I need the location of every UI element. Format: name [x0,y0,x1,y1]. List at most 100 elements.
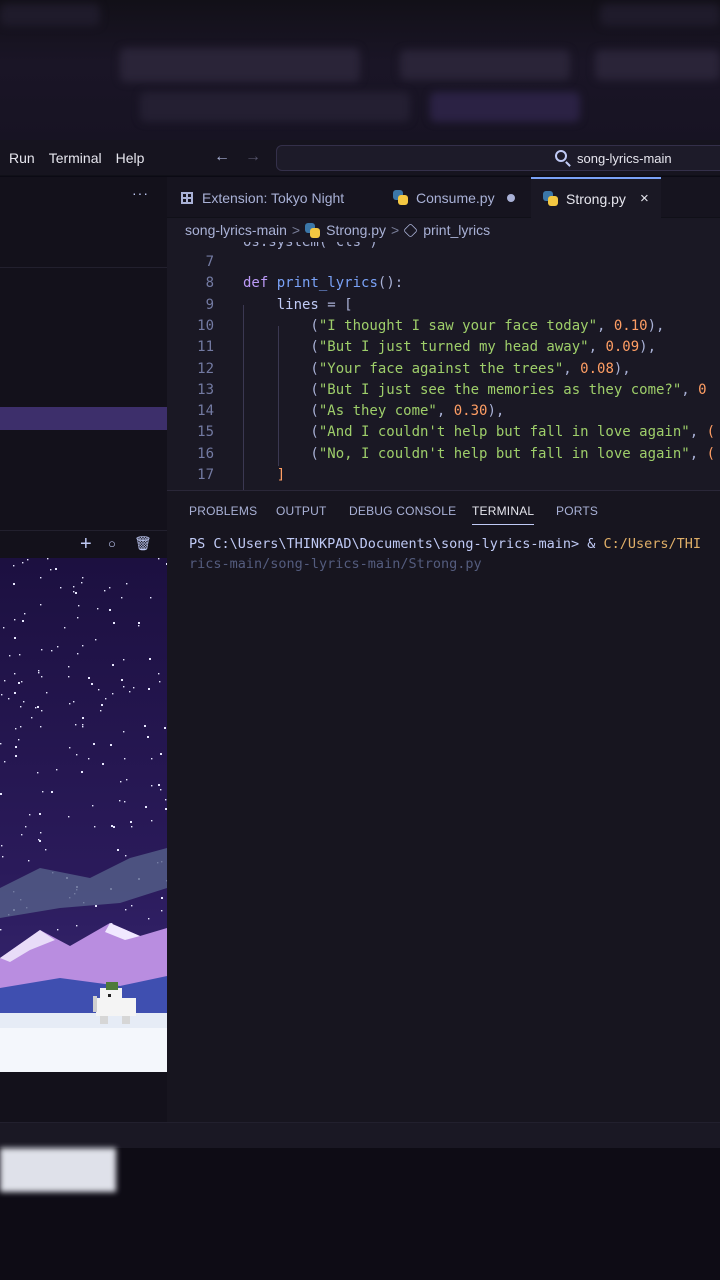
breadcrumb-symbol[interactable]: print_lyrics [423,222,490,238]
snowflake [55,568,57,570]
snowflake [123,686,125,688]
snowflake [100,710,102,712]
arrow-left-icon[interactable]: ← [214,148,230,166]
snowflake [95,905,97,907]
snowflake [75,724,77,726]
snowflake [13,583,15,585]
tab-output[interactable]: OUTPUT [276,504,327,518]
plus-icon[interactable]: + [80,533,92,556]
tab-extension-tokyo-night[interactable]: Extension: Tokyo Night [181,177,344,218]
breadcrumb-folder[interactable]: song-lyrics-main [185,222,287,238]
snowflake [88,677,90,679]
snowflake [150,597,152,599]
snowflake [46,692,48,694]
snowflake [45,849,47,851]
code-line: 9 lines = [ [205,296,353,313]
snowflake [161,910,163,912]
code-line: 8 def print_lyrics(): [205,275,404,292]
function-symbol-icon [403,222,419,238]
code-line: 16 ("No, I couldn't help but fall in lov… [197,445,716,462]
code-editor[interactable]: os.system('cls') 7 8 def print_lyrics(): 9 … [167,242,720,490]
search-icon [555,150,567,162]
tab-consume-py[interactable]: Consume.py [393,177,515,218]
blurred-pill [600,4,720,26]
tab-label: Strong.py [566,190,626,207]
snowflake [124,758,126,760]
breadcrumb: song-lyrics-main > Strong.py > print_lyr… [167,218,720,242]
snowflake [42,791,44,793]
code-line: 17 ] [197,467,286,483]
tab-terminal[interactable]: TERMINAL [472,504,535,525]
arrow-right-icon[interactable]: → [245,148,261,166]
snowflake [39,813,41,815]
trash-icon[interactable]: 🗑 [134,535,152,552]
menu-item-terminal[interactable]: Terminal [49,150,102,166]
snowflake [151,785,153,787]
snowflake [97,608,99,610]
snowflake [28,860,30,862]
snowflake [4,680,6,682]
close-icon[interactable]: × [640,190,649,207]
menu-item-run[interactable]: Run [9,150,35,166]
snowflake [21,681,23,683]
pixel-snow-scene [0,558,167,1072]
snowflake [21,834,23,836]
tab-debug-console[interactable]: DEBUG CONSOLE [349,504,456,518]
snowflake [15,746,17,748]
snowflake [158,784,160,786]
snowflake [109,587,111,589]
snowflake [109,609,111,611]
snowflake [147,736,149,738]
snowflake [76,925,78,927]
snowflake [164,727,166,729]
circle-icon[interactable]: ○ [108,536,116,551]
snowflake [37,772,39,774]
snowflake [68,816,70,818]
menu-item-help[interactable]: Help [116,150,145,166]
snowflake [101,704,103,706]
snowflake [160,753,162,755]
snowflake [121,679,123,681]
snowflake [105,698,107,700]
snowflake [138,625,140,627]
snowflake [125,855,127,857]
snowflake [159,681,161,683]
snowflake [124,801,126,803]
sidebar-selected-row[interactable] [0,407,167,430]
breadcrumb-file[interactable]: Strong.py [326,222,386,238]
snowflake [82,726,84,728]
terminal-line[interactable]: rics-main/song-lyrics-main/Strong.py [189,556,482,572]
snowflake [112,693,114,695]
chevron-right-icon: > [391,222,400,238]
tab-label: Extension: Tokyo Night [202,189,345,206]
command-center-search[interactable]: song-lyrics-main [276,145,720,171]
snowflake [40,577,42,579]
snowflake [76,754,78,756]
snowflake [112,664,114,666]
snowflake [120,781,122,783]
tab-problems[interactable]: PROBLEMS [189,504,257,518]
snowflake [69,703,71,705]
snowflake [50,569,52,571]
snowflake [25,826,27,828]
snowflake [13,565,15,567]
snowflake [8,698,10,700]
snowflake [93,743,95,745]
snowflake [57,646,59,648]
tab-strong-py[interactable]: Strong.py × [531,177,661,218]
snowflake [23,701,25,703]
snowflake [15,755,17,757]
snowflake [14,619,16,621]
pixel-scene-svg [0,558,167,1072]
snowflake [69,747,71,749]
ellipsis-icon[interactable]: ··· [132,185,149,201]
snowflake [68,676,70,678]
tab-ports[interactable]: PORTS [556,504,598,518]
extension-icon [181,191,193,204]
snowflake [1,694,3,696]
snowflake [38,672,40,674]
terminal-line[interactable]: PS C:\Users\THINKPAD\Documents\song-lyri… [189,536,701,552]
unsaved-dot-icon[interactable] [506,193,515,202]
snowflake [158,558,160,560]
editor-tabs: Extension: Tokyo Night Consume.py Strong… [167,177,720,218]
